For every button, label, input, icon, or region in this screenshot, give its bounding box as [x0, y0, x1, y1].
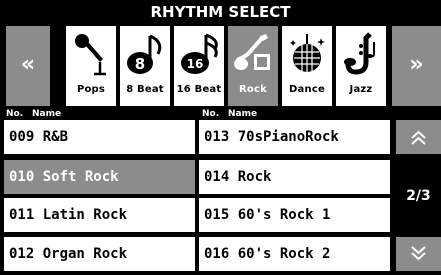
- category-label: 16 Beat: [176, 84, 222, 95]
- category-dance[interactable]: Dance: [282, 26, 332, 106]
- svg-text:8: 8: [135, 55, 145, 73]
- category-label: Rock: [239, 84, 267, 95]
- rhythm-item[interactable]: 016 60's Rock 2: [199, 237, 390, 271]
- rhythm-item[interactable]: 012 Organ Rock: [4, 237, 195, 271]
- chevron-up-icon: [411, 130, 426, 145]
- note-16-icon: 16: [181, 33, 218, 74]
- category-label: 8 Beat: [126, 84, 164, 95]
- header-no: No.: [6, 109, 24, 119]
- category-label: Pops: [76, 84, 106, 95]
- double-chevron-left-icon: «: [20, 52, 36, 77]
- list-header-left: No. Name: [0, 108, 200, 120]
- category-16-beat[interactable]: 16 16 Beat: [174, 26, 224, 106]
- note-8-icon: 8: [127, 34, 162, 74]
- header-no: No.: [202, 109, 220, 119]
- screen-title: RHYTHM SELECT: [150, 3, 291, 21]
- page-down-button[interactable]: [396, 237, 441, 271]
- svg-text:16: 16: [187, 57, 204, 71]
- category-jazz[interactable]: Jazz: [336, 26, 386, 106]
- guitar-amp-icon: [234, 34, 270, 70]
- scroll-right-button[interactable]: »: [392, 26, 441, 106]
- scroll-left-button[interactable]: «: [6, 26, 50, 106]
- rhythm-item[interactable]: 015 60's Rock 1: [199, 198, 390, 232]
- category-rock[interactable]: Rock: [228, 26, 278, 106]
- double-chevron-right-icon: »: [409, 52, 424, 77]
- rhythm-item[interactable]: 011 Latin Rock: [4, 198, 195, 232]
- page-indicator: 2/3: [406, 188, 431, 204]
- header-name: Name: [32, 109, 62, 119]
- disco-ball-icon: [290, 34, 325, 72]
- header-name: Name: [228, 109, 258, 119]
- category-label: Jazz: [349, 84, 373, 95]
- category-8-beat[interactable]: 8 8 Beat: [120, 26, 170, 106]
- saxophone-icon: [344, 32, 375, 75]
- microphone-icon: [75, 34, 106, 76]
- category-pops[interactable]: Pops: [66, 26, 116, 106]
- chevron-down-icon: [411, 246, 426, 261]
- list-header-right: No. Name: [200, 108, 400, 120]
- rhythm-item[interactable]: 013 70sPianoRock: [199, 120, 390, 154]
- rhythm-item[interactable]: 014 Rock: [199, 160, 390, 194]
- page-up-button[interactable]: [396, 120, 441, 154]
- rhythm-item[interactable]: 009 R&B: [4, 120, 195, 154]
- category-label: Dance: [289, 84, 325, 95]
- rhythm-item-selected[interactable]: 010 Soft Rock: [4, 160, 195, 194]
